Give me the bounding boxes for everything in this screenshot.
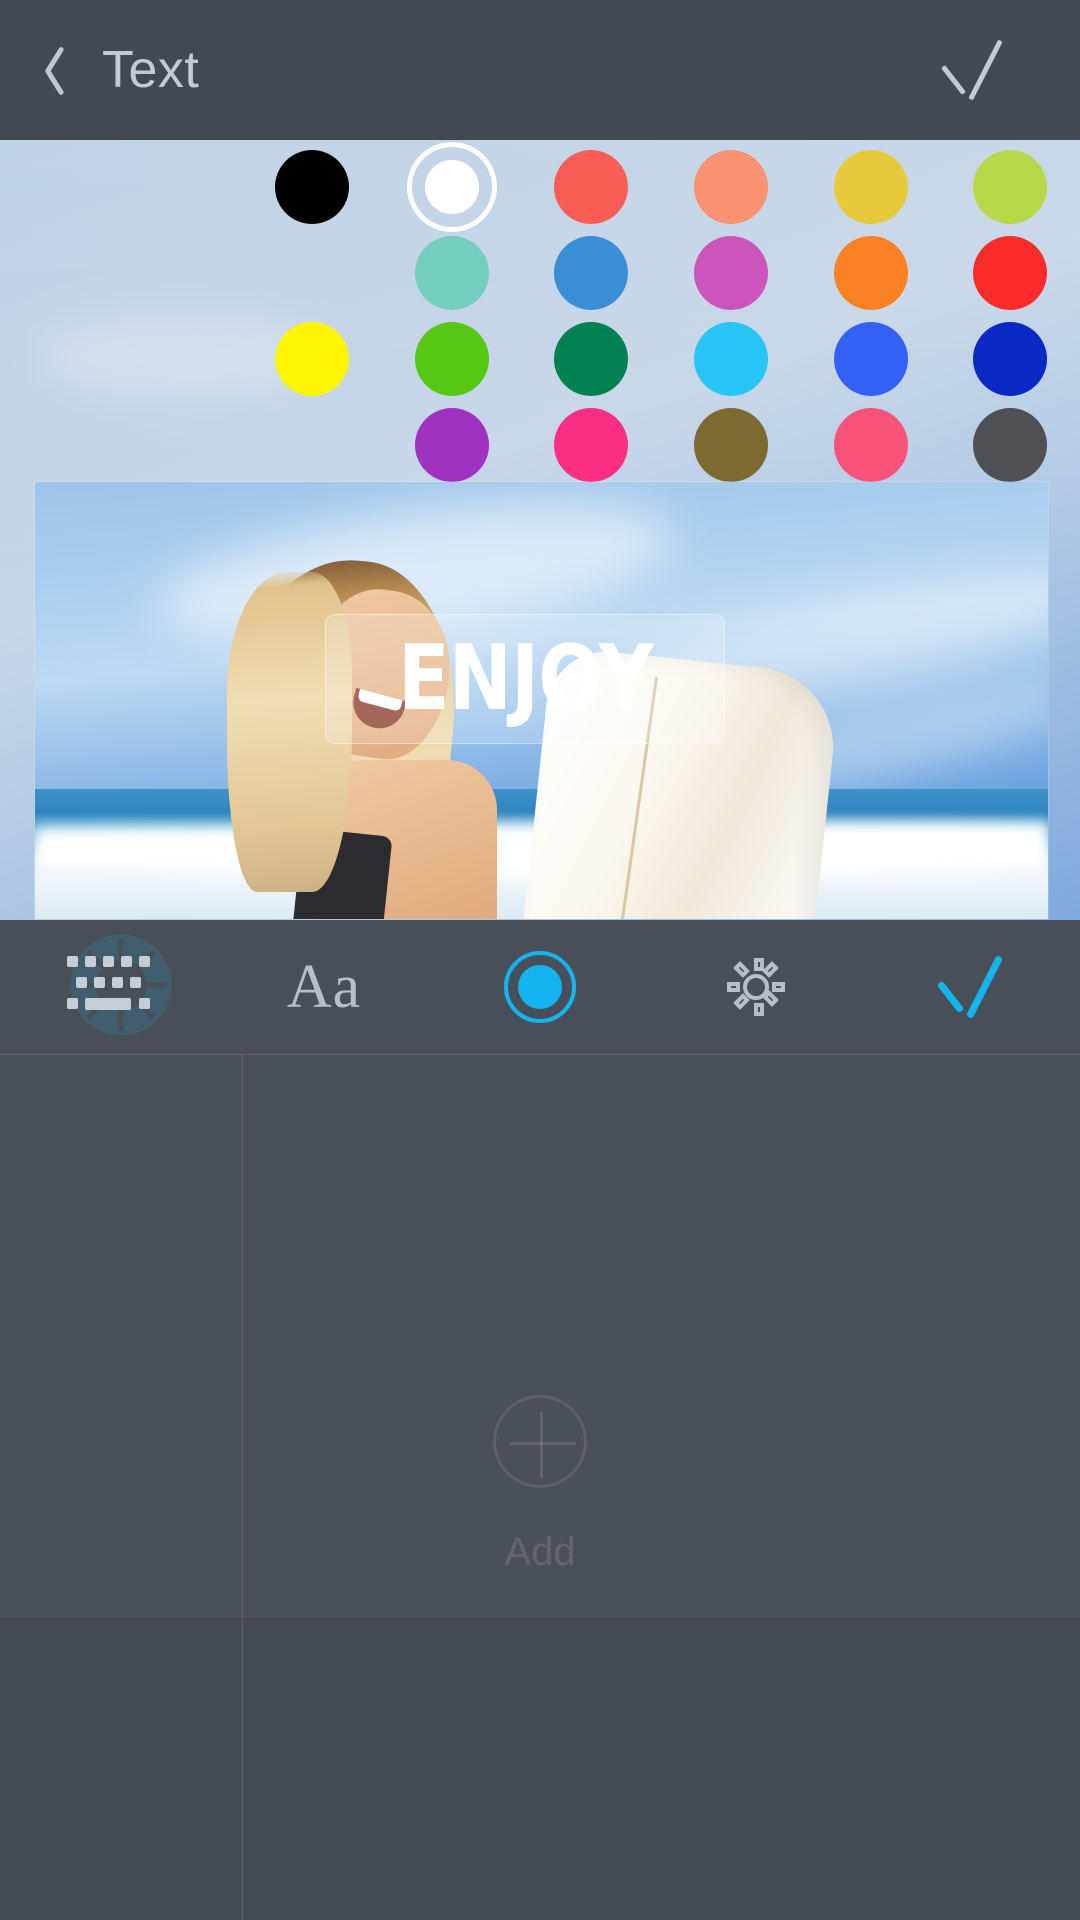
color-swatch[interactable] — [521, 144, 661, 230]
keyboard-icon — [67, 956, 150, 1018]
page-title: Text — [102, 41, 200, 99]
swatch-dot — [693, 150, 768, 224]
panel-horizontal-divider — [0, 1618, 1080, 1619]
swatch-dot — [554, 236, 629, 310]
swatch-dot — [424, 160, 479, 214]
color-swatch[interactable] — [661, 402, 801, 488]
swatch-dot — [554, 408, 629, 482]
text-overlay-box[interactable]: ENJOY — [325, 614, 725, 744]
editor-toolbar: Aa — [0, 920, 1080, 1054]
chevron-left-icon — [31, 43, 65, 97]
color-swatch[interactable] — [661, 230, 801, 316]
swatch-dot — [833, 408, 908, 482]
swatch-dot — [833, 322, 908, 396]
swatch-row — [242, 402, 1080, 488]
tool-settings[interactable] — [648, 920, 864, 1054]
swatch-dot — [414, 236, 489, 310]
color-swatch[interactable] — [801, 230, 941, 316]
panel-lower-section — [0, 1619, 1080, 1920]
gear-icon — [721, 952, 791, 1022]
swatch-row — [242, 230, 1080, 316]
overlay-text: ENJOY — [397, 626, 654, 732]
swatch-dot — [414, 322, 489, 396]
check-icon — [931, 955, 1013, 1019]
swatch-row — [242, 316, 1080, 402]
swatch-dot — [973, 322, 1048, 396]
swatch-dot — [554, 322, 629, 396]
check-icon — [935, 39, 1015, 101]
swatch-dot — [414, 408, 489, 482]
swatch-dot — [274, 322, 349, 396]
swatch-dot — [274, 150, 349, 224]
color-swatch[interactable] — [242, 316, 382, 402]
color-swatch[interactable] — [382, 142, 522, 232]
text-editor-screen: ENJOY Text Aa Add — [0, 0, 1080, 1920]
tool-font[interactable]: Aa — [216, 920, 432, 1054]
color-swatch[interactable] — [801, 316, 941, 402]
color-swatch[interactable] — [382, 230, 522, 316]
color-swatch[interactable] — [940, 144, 1080, 230]
color-swatch[interactable] — [242, 144, 382, 230]
swatch-row — [242, 142, 1080, 232]
swatch-dot — [833, 150, 908, 224]
panel-vertical-divider — [242, 1054, 243, 1920]
selected-swatch-ring — [406, 142, 497, 232]
swatch-dot — [973, 150, 1048, 224]
color-swatch[interactable] — [940, 402, 1080, 488]
color-swatch[interactable] — [661, 316, 801, 402]
tool-apply[interactable] — [864, 920, 1080, 1054]
color-swatch[interactable] — [521, 316, 661, 402]
color-swatch[interactable] — [661, 144, 801, 230]
tool-color[interactable] — [432, 920, 648, 1054]
add-color-button[interactable]: Add — [370, 1395, 710, 1575]
font-icon: Aa — [286, 952, 362, 1021]
panel-divider — [0, 1054, 1080, 1055]
swatch-dot — [693, 322, 768, 396]
photo-preview[interactable]: ENJOY — [35, 482, 1048, 919]
color-swatch[interactable] — [801, 144, 941, 230]
color-swatch[interactable] — [940, 316, 1080, 402]
back-button[interactable] — [0, 0, 96, 140]
confirm-button[interactable] — [910, 0, 1040, 140]
color-swatch[interactable] — [940, 230, 1080, 316]
header-bar: Text — [0, 0, 1080, 140]
color-swatch[interactable] — [382, 316, 522, 402]
color-swatch[interactable] — [382, 402, 522, 488]
swatch-dot — [693, 408, 768, 482]
color-swatch[interactable] — [801, 402, 941, 488]
add-button-label: Add — [504, 1530, 576, 1574]
swatch-dot — [973, 236, 1048, 310]
swatch-dot — [554, 150, 629, 224]
plus-circle-icon — [493, 1395, 587, 1488]
swatch-dot — [693, 236, 768, 310]
swatch-dot — [833, 236, 908, 310]
swatch-dot — [973, 408, 1048, 482]
color-swatch[interactable] — [522, 230, 662, 316]
tool-keyboard[interactable] — [0, 920, 216, 1054]
color-swatch[interactable] — [522, 402, 662, 488]
color-dot-icon — [504, 951, 576, 1023]
